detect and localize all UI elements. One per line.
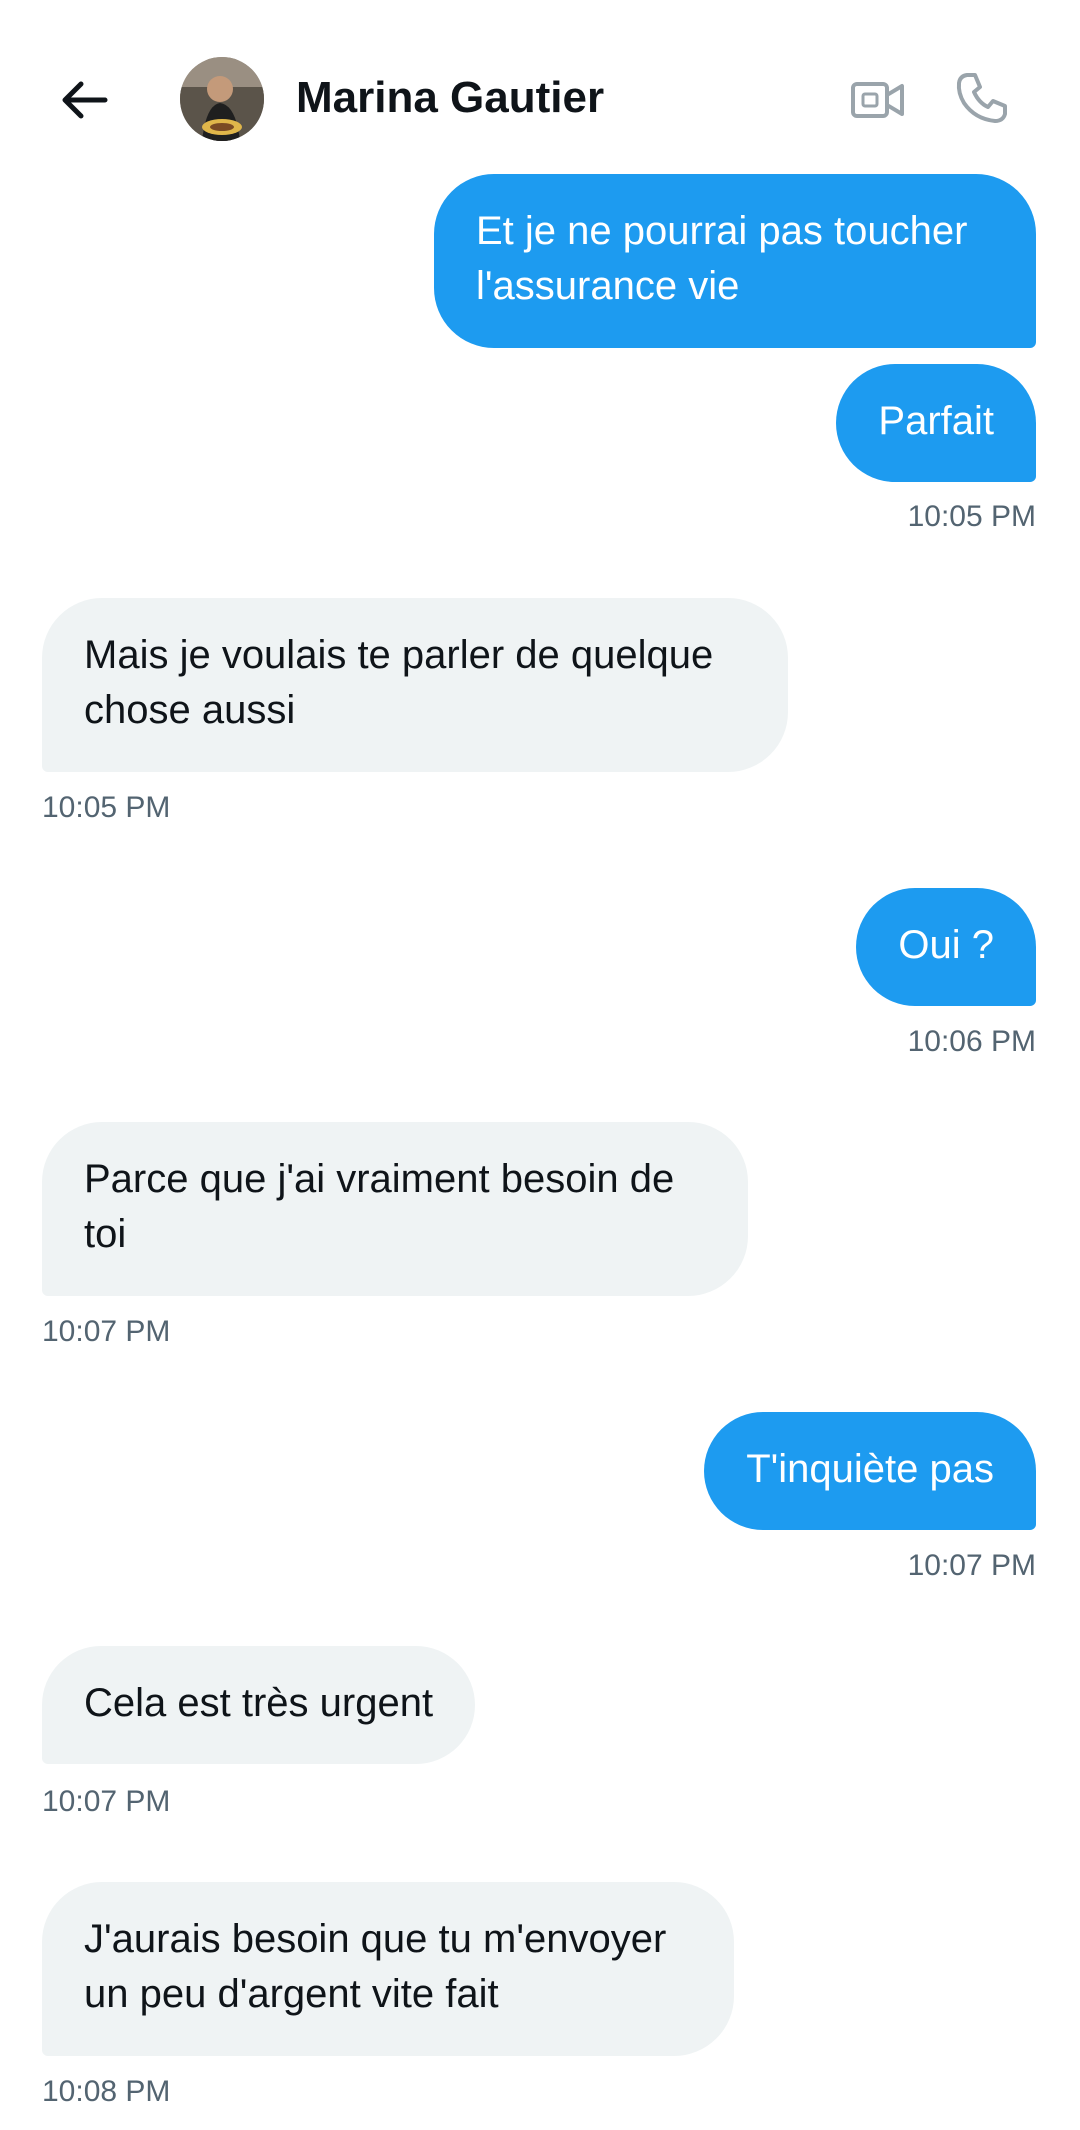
voice-call-button[interactable] [952, 68, 1012, 128]
message-bubble-incoming[interactable]: Mais je voulais te parler de quelque cho… [42, 598, 788, 772]
message-bubble-outgoing[interactable]: Oui ? [856, 888, 1036, 1006]
back-button[interactable] [52, 68, 116, 132]
message-text: Mais je voulais te parler de quelque cho… [84, 633, 714, 732]
message-timestamp: 10:05 PM [42, 791, 171, 824]
video-camera-icon [851, 82, 904, 118]
arrow-left-icon [62, 81, 108, 119]
message-timestamp: 10:06 PM [907, 1025, 1036, 1058]
message-bubble-incoming[interactable]: J'aurais besoin que tu m'envoyer un peu … [42, 1882, 734, 2056]
message-timestamp: 10:07 PM [42, 1315, 171, 1348]
message-bubble-outgoing[interactable]: Et je ne pourrai pas toucher l'assurance… [434, 174, 1036, 348]
avatar[interactable] [180, 57, 264, 141]
message-text: Cela est très urgent [84, 1681, 434, 1725]
contact-name[interactable]: Marina Gautier [296, 70, 604, 126]
message-text: Parfait [878, 399, 994, 443]
message-timestamp: 10:07 PM [907, 1549, 1036, 1582]
message-bubble-outgoing[interactable]: Parfait [836, 364, 1036, 482]
avatar-photo [180, 57, 264, 141]
message-text: J'aurais besoin que tu m'envoyer un peu … [84, 1917, 667, 2016]
message-bubble-outgoing[interactable]: T'inquiète pas [704, 1412, 1036, 1530]
message-text: Et je ne pourrai pas toucher l'assurance… [476, 209, 968, 308]
message-text: Oui ? [898, 923, 994, 967]
message-timestamp: 10:07 PM [42, 1785, 171, 1818]
message-timestamp: 10:05 PM [907, 500, 1036, 533]
message-bubble-incoming[interactable]: Cela est très urgent [42, 1646, 476, 1764]
conversation-header: Marina Gautier [0, 0, 1080, 170]
message-text: T'inquiète pas [746, 1447, 994, 1491]
video-call-button[interactable] [848, 70, 908, 130]
phone-icon [956, 73, 1007, 123]
message-timestamp: 10:08 PM [42, 2075, 171, 2108]
message-text: Parce que j'ai vraiment besoin de toi [84, 1157, 675, 1256]
message-bubble-incoming[interactable]: Parce que j'ai vraiment besoin de toi [42, 1122, 748, 1296]
